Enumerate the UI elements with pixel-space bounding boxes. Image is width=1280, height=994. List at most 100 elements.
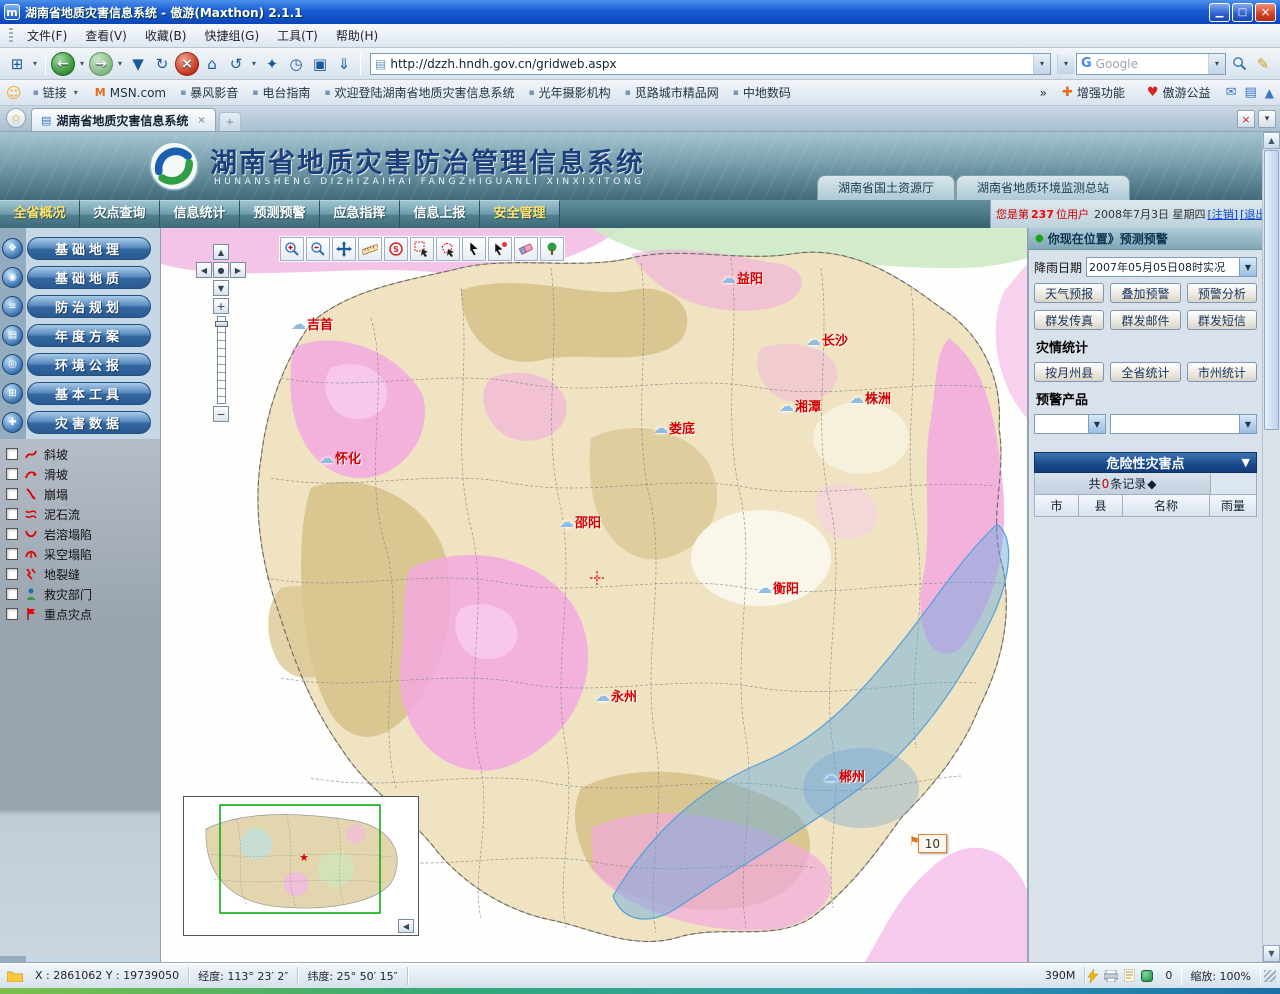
- highlight-button[interactable]: ✎: [1252, 52, 1274, 76]
- tab-security-management[interactable]: 安全管理: [480, 200, 560, 228]
- boss-key-icon[interactable]: [1085, 969, 1101, 983]
- sidebar-item-prevention-plan[interactable]: ≡防治规划: [0, 292, 160, 321]
- layer-row-karst-collapse[interactable]: 岩溶塌陷: [0, 524, 160, 544]
- danger-sites-header[interactable]: 危险性灾害点 ▼: [1034, 452, 1257, 473]
- legend-tree-button[interactable]: [540, 237, 564, 261]
- toolbar-grip[interactable]: [9, 28, 13, 44]
- overview-map[interactable]: ★ ◀: [183, 796, 419, 936]
- sidebar-item-disaster-data[interactable]: ✚灾害数据: [0, 408, 160, 437]
- select-polygon-button[interactable]: [436, 237, 460, 261]
- zoom-slider-minus-button[interactable]: −: [213, 406, 229, 422]
- select-arrow-icon[interactable]: ▼: [1239, 415, 1256, 433]
- sidebar-item-annual-plan[interactable]: ▤年度方案: [0, 321, 160, 350]
- measure-button[interactable]: [358, 237, 382, 261]
- pan-button[interactable]: [332, 237, 356, 261]
- forward-dropdown[interactable]: ▾: [115, 59, 125, 68]
- history-button[interactable]: ◷: [285, 52, 307, 76]
- expand-icon[interactable]: ▼: [1242, 456, 1250, 469]
- search-button[interactable]: [1228, 52, 1250, 76]
- search-box[interactable]: G Google ▾: [1076, 53, 1226, 75]
- zoom-slider-thumb[interactable]: [215, 321, 228, 327]
- tab-site-query[interactable]: 灾点查询: [80, 200, 160, 228]
- group-email-button[interactable]: 群发邮件: [1110, 310, 1180, 330]
- link-city[interactable]: ▪觅路城市精品网: [618, 82, 726, 103]
- city-marker[interactable]: ☁湘潭: [779, 396, 821, 415]
- close-tab-button[interactable]: ×: [1237, 110, 1255, 128]
- map-viewport[interactable]: S ▲ ◀ ● ▶ ▼ +: [160, 228, 1028, 962]
- link-photo[interactable]: ▪光年摄影机构: [521, 82, 617, 103]
- layer-row-slope[interactable]: 斜坡: [0, 444, 160, 464]
- link-baofeng[interactable]: ▪暴风影音: [173, 82, 245, 103]
- select-arrow-icon[interactable]: ▼: [1088, 415, 1105, 433]
- active-tab[interactable]: ▤ 湖南省地质灾害信息系统 ×: [31, 108, 216, 131]
- rain-date-select[interactable]: 2007年05月05日08时实况 ▼: [1086, 257, 1257, 277]
- scroll-down-button[interactable]: ▼: [1263, 945, 1280, 962]
- menu-help[interactable]: 帮助(H): [327, 24, 387, 47]
- print-icon[interactable]: [1101, 970, 1121, 982]
- more-links-button[interactable]: »: [1040, 86, 1047, 100]
- overview-collapse-button[interactable]: ◀: [398, 919, 414, 933]
- layer-checkbox[interactable]: [6, 588, 18, 600]
- tab-info-statistics[interactable]: 信息统计: [160, 200, 240, 228]
- by-county-stats-button[interactable]: 按月州县: [1034, 362, 1104, 382]
- pan-down-button[interactable]: ▼: [213, 280, 229, 296]
- new-tab-button[interactable]: +: [219, 112, 241, 131]
- city-marker[interactable]: ☁永州: [595, 686, 637, 705]
- plugins-button[interactable]: ✚增强功能: [1055, 82, 1132, 103]
- undo-button[interactable]: ↺: [225, 52, 247, 76]
- page-scrollbar[interactable]: ▲ ▼: [1262, 132, 1280, 962]
- header-link-land-dept[interactable]: 湖南省国土资源厅: [817, 175, 955, 200]
- pan-right-button[interactable]: ▶: [230, 262, 246, 278]
- city-marker[interactable]: ☁衡阳: [757, 578, 799, 597]
- warning-analysis-button[interactable]: 预警分析: [1187, 283, 1257, 303]
- menu-view[interactable]: 查看(V): [76, 24, 136, 47]
- sidebar-item-basic-tools[interactable]: ⊞基本工具: [0, 379, 160, 408]
- forward-button[interactable]: →: [89, 52, 113, 76]
- new-page-button[interactable]: ⊞: [6, 52, 28, 76]
- zoom-level[interactable]: 缩放: 100%: [1181, 967, 1260, 985]
- logout-link[interactable]: [注销]: [1207, 206, 1238, 222]
- city-marker[interactable]: ☁娄底: [653, 418, 695, 437]
- layer-checkbox[interactable]: [6, 508, 18, 520]
- close-button[interactable]: ×: [1255, 3, 1276, 22]
- sidebar-item-env-bulletin[interactable]: ◎环境公报: [0, 350, 160, 379]
- city-marker[interactable]: ☁长沙: [806, 330, 848, 349]
- layer-checkbox[interactable]: [6, 528, 18, 540]
- search-engine-dropdown[interactable]: ▾: [1208, 54, 1225, 74]
- product-type-select[interactable]: ▼: [1034, 414, 1106, 434]
- collapse-links-button[interactable]: ▲: [1265, 86, 1274, 100]
- link-radio[interactable]: ▪电台指南: [245, 82, 317, 103]
- panel-button[interactable]: ▤: [1244, 85, 1256, 100]
- menu-favorites[interactable]: 收藏(B): [136, 24, 196, 47]
- weather-forecast-button[interactable]: 天气预报: [1034, 283, 1104, 303]
- zoom-slider-plus-button[interactable]: +: [213, 298, 229, 314]
- tab-emergency-command[interactable]: 应急指挥: [320, 200, 400, 228]
- tab-info-report[interactable]: 信息上报: [400, 200, 480, 228]
- layer-row-ground-fissure[interactable]: 地裂缝: [0, 564, 160, 584]
- home-button[interactable]: ⌂: [201, 52, 223, 76]
- pan-up-button[interactable]: ▲: [213, 244, 229, 260]
- layer-checkbox[interactable]: [6, 488, 18, 500]
- city-marker[interactable]: ☁吉首: [291, 314, 333, 333]
- go-split-button[interactable]: ▾: [1057, 54, 1074, 74]
- charity-button[interactable]: ♥傲游公益: [1140, 82, 1218, 103]
- address-dropdown[interactable]: ▾: [1033, 54, 1050, 74]
- link-zhongdi[interactable]: ▪中地数码: [726, 82, 798, 103]
- back-button[interactable]: ←: [51, 52, 75, 76]
- link-msn[interactable]: MMSN.com: [88, 84, 173, 102]
- notes-icon[interactable]: [1121, 969, 1138, 982]
- sidebar-item-base-geology[interactable]: ◉基础地质: [0, 263, 160, 292]
- city-stats-button[interactable]: 市州统计: [1187, 362, 1257, 382]
- pan-left-button[interactable]: ◀: [196, 262, 212, 278]
- layer-row-mining-collapse[interactable]: 采空塌陷: [0, 544, 160, 564]
- filter-button[interactable]: ✦: [261, 52, 283, 76]
- zoom-in-button[interactable]: [280, 237, 304, 261]
- header-link-monitor-station[interactable]: 湖南省地质环境监测总站: [956, 175, 1130, 200]
- search-input[interactable]: Google: [1096, 57, 1208, 71]
- eraser-button[interactable]: [514, 237, 538, 261]
- layer-checkbox[interactable]: [6, 568, 18, 580]
- city-marker[interactable]: ☁益阳: [721, 268, 763, 287]
- tab-menu-button[interactable]: ▾: [1258, 110, 1276, 128]
- refresh-button[interactable]: ↻: [151, 52, 173, 76]
- layer-row-rescue-dept[interactable]: 救灾部门: [0, 584, 160, 604]
